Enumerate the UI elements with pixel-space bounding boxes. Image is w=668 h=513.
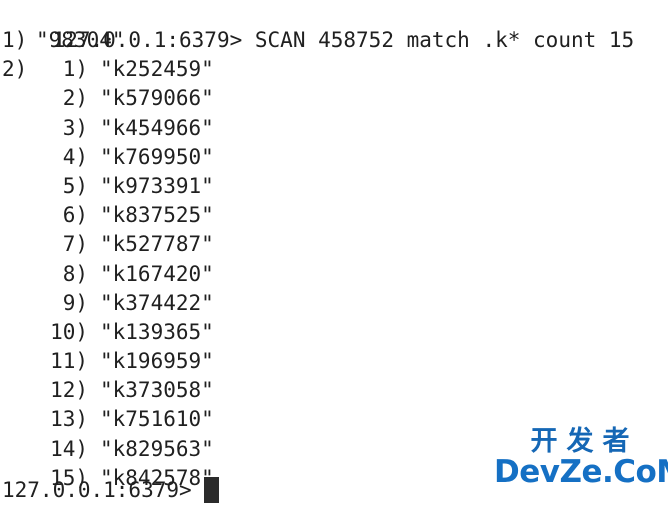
reply-row: 7) "k527787" (0, 230, 668, 259)
nested-value: "k829563" (100, 436, 214, 461)
reply-row: 8) "k167420" (0, 260, 668, 289)
nested-index: 3) (62, 115, 88, 140)
nested-index: 8) (62, 261, 88, 286)
reply-row: 1) "98304" (0, 26, 668, 55)
nested-index: 11) (50, 349, 88, 374)
reply-row: 2) 1) "k252459" (0, 55, 668, 84)
nested-index: 4) (62, 144, 88, 169)
nested-index: 12) (50, 378, 88, 403)
nested-index: 13) (50, 407, 88, 432)
reply-row: 9) "k374422" (0, 289, 668, 318)
command-line: 127.0.0.1:6379> SCAN 458752 match .k* co… (0, 0, 668, 52)
reply-row: 2) "k579066" (0, 84, 668, 113)
nested-value: "k167420" (100, 261, 214, 286)
reply-row: 5) "k973391" (0, 172, 668, 201)
nested-index: 10) (50, 319, 88, 344)
reply-index: 2) (2, 57, 28, 82)
reply-row: 6) "k837525" (0, 201, 668, 230)
reply-value: "98304" (36, 28, 125, 52)
reply-row: 4) "k769950" (0, 143, 668, 172)
nested-value: "k196959" (100, 349, 214, 374)
terminal-window[interactable]: 127.0.0.1:6379> SCAN 458752 match .k* co… (0, 0, 668, 513)
reply-row: 13) "k751610" (0, 405, 668, 434)
nested-index: 9) (62, 290, 88, 315)
nested-value: "k139365" (100, 319, 214, 344)
reply-row: 12) "k373058" (0, 376, 668, 405)
reply-row: 10) "k139365" (0, 318, 668, 347)
nested-value: "k454966" (100, 115, 214, 140)
nested-value: "k374422" (100, 290, 214, 315)
input-prompt: 127.0.0.1:6379> (2, 477, 192, 502)
nested-value: "k252459" (100, 57, 214, 82)
reply-row: 14) "k829563" (0, 435, 668, 464)
nested-index: 5) (62, 173, 88, 198)
nested-value: "k751610" (100, 407, 214, 432)
reply-row: 11) "k196959" (0, 347, 668, 376)
nested-value: "k973391" (100, 173, 214, 198)
nested-index: 2) (62, 86, 88, 111)
scan-reply: 1) "98304" 2) 1) "k252459" 2) "k579066" … (0, 26, 668, 493)
text-cursor (203, 477, 219, 504)
reply-index: 1) (2, 28, 28, 52)
nested-value: "k579066" (100, 86, 214, 111)
nested-value: "k373058" (100, 378, 214, 403)
nested-value: "k769950" (100, 144, 214, 169)
nested-value: "k527787" (100, 232, 214, 257)
nested-index: 6) (62, 203, 88, 228)
nested-index: 7) (62, 232, 88, 257)
nested-value: "k837525" (100, 203, 214, 228)
reply-row: 3) "k454966" (0, 114, 668, 143)
nested-index: 1) (62, 57, 88, 82)
input-prompt-line[interactable]: 127.0.0.1:6379> (0, 476, 668, 505)
nested-index: 14) (50, 436, 88, 461)
